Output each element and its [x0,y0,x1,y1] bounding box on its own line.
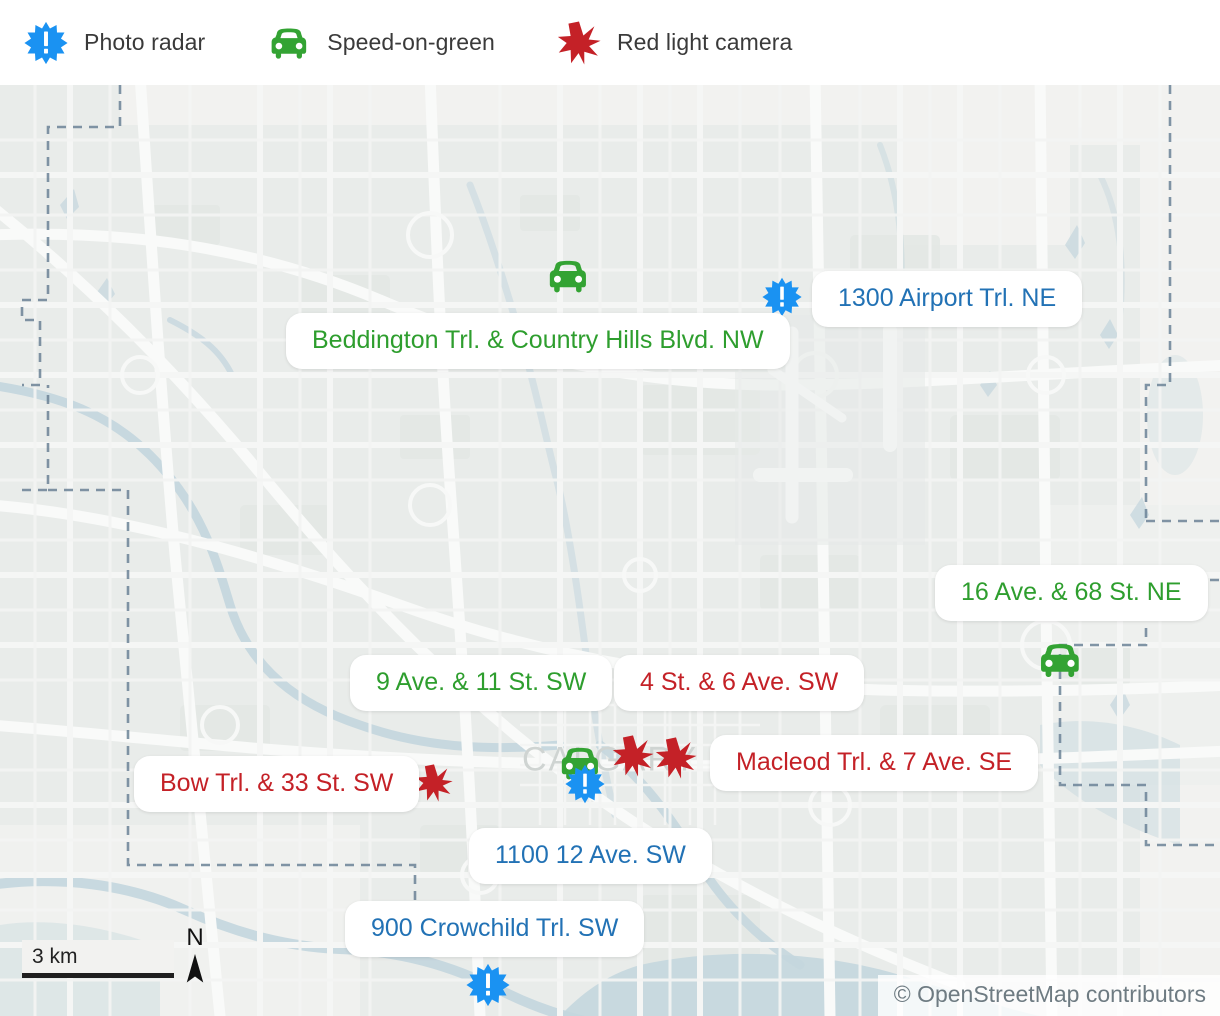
callout-macleod[interactable]: Macleod Trl. & 7 Ave. SE [710,735,1039,791]
legend-item-speed-on-green: Speed-on-green [267,21,495,65]
red-star-burst-icon [655,737,697,779]
map-scale-bar: 3 km [22,939,174,978]
map-attribution[interactable]: © OpenStreetMap contributors [877,975,1220,1016]
screenshot-root: Photo radar Speed-on-green Red light cam… [0,0,1220,1016]
legend-item-photo-radar: Photo radar [24,21,205,65]
callout-1100-12ave[interactable]: 1100 12 Ave. SW [469,828,712,884]
marker-rlc-macleod7ave[interactable] [655,737,697,779]
photo-radar-burst-icon [24,21,68,65]
callout-16ave68st[interactable]: 16 Ave. & 68 St. NE [935,565,1208,621]
callout-9ave11st[interactable]: 9 Ave. & 11 St. SW [350,655,613,711]
red-star-burst-icon [557,20,601,65]
compass-north-label: N [186,924,204,951]
photo-radar-burst-icon [762,277,802,317]
marker-speed-16ave68st[interactable] [1036,636,1084,684]
map-legend: Photo radar Speed-on-green Red light cam… [0,0,1220,85]
map-compass: N [180,926,210,984]
legend-label-photo-radar: Photo radar [84,29,206,55]
compass-north-arrow-icon [180,954,210,984]
legend-item-red-light-camera: Red light camera [557,20,793,65]
marker-radar-1100-12ave[interactable] [565,764,605,804]
callout-bow33st[interactable]: Bow Trl. & 33 St. SW [134,756,420,812]
callout-beddington[interactable]: Beddington Trl. & Country Hills Blvd. NW [286,313,790,369]
car-front-icon [1036,636,1084,684]
legend-label-speed-on-green: Speed-on-green [327,29,495,55]
red-star-burst-icon [612,735,654,777]
car-front-icon [267,21,311,65]
scale-bar-line [22,973,174,978]
callout-crowchild[interactable]: 900 Crowchild Trl. SW [345,901,645,957]
red-star-burst-icon [415,764,453,802]
marker-radar-crowchild[interactable] [466,963,510,1007]
marker-speed-beddington[interactable] [545,253,591,299]
car-front-icon [545,253,591,299]
photo-radar-burst-icon [565,764,605,804]
callout-4st6ave[interactable]: 4 St. & 6 Ave. SW [614,655,865,711]
legend-label-red-light-camera: Red light camera [616,29,793,55]
map-canvas[interactable]: CALGARY Beddington Trl. & Country Hills … [0,85,1220,1016]
marker-rlc-4st6ave[interactable] [612,735,654,777]
callout-airport[interactable]: 1300 Airport Trl. NE [812,271,1083,327]
photo-radar-burst-icon [466,963,510,1007]
marker-radar-airport[interactable] [762,277,802,317]
scale-bar-label: 3 km [32,944,78,968]
scale-bar-box: 3 km [22,939,174,973]
marker-rlc-bow33[interactable] [415,764,453,802]
